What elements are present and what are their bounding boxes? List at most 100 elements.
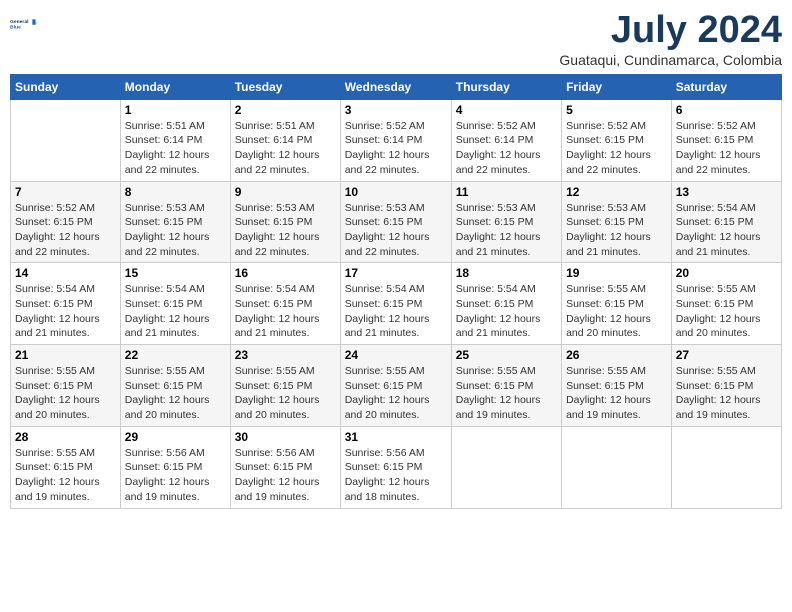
day-number: 25: [456, 348, 557, 362]
day-info: Sunrise: 5:52 AM Sunset: 6:14 PM Dayligh…: [345, 119, 447, 178]
day-number: 10: [345, 185, 447, 199]
day-info: Sunrise: 5:51 AM Sunset: 6:14 PM Dayligh…: [235, 119, 336, 178]
calendar-week-row: 7Sunrise: 5:52 AM Sunset: 6:15 PM Daylig…: [11, 181, 782, 263]
calendar-day-cell: 7Sunrise: 5:52 AM Sunset: 6:15 PM Daylig…: [11, 181, 121, 263]
calendar-day-cell: 28 Sunrise: 5:55 AM Sunset: 6:15 PM Dayli…: [11, 426, 121, 508]
calendar-day-cell: 10 Sunrise: 5:53 AM Sunset: 6:15 PM Dayli…: [340, 181, 451, 263]
calendar-day-cell: 2 Sunrise: 5:51 AM Sunset: 6:14 PM Daylig…: [230, 99, 340, 181]
header: GeneralBlue July 2024 Guataqui, Cundinam…: [10, 10, 782, 68]
day-number: 8: [125, 185, 226, 199]
calendar-header-wednesday: Wednesday: [340, 74, 451, 99]
calendar-day-cell: 20Sunrise: 5:55 AM Sunset: 6:15 PM Dayli…: [671, 263, 781, 345]
day-number: 13: [676, 185, 777, 199]
day-number: 14: [15, 266, 116, 280]
title-area: July 2024 Guataqui, Cundinamarca, Colomb…: [559, 10, 782, 68]
calendar-day-cell: 24 Sunrise: 5:55 AM Sunset: 6:15 PM Dayli…: [340, 345, 451, 427]
day-info: Sunrise: 5:53 AM Sunset: 6:15 PM Dayligh…: [235, 201, 336, 260]
day-info: Sunrise: 5:53 AM Sunset: 6:15 PM Dayligh…: [566, 201, 667, 260]
calendar-day-cell: 30 Sunrise: 5:56 AM Sunset: 6:15 PM Dayli…: [230, 426, 340, 508]
day-info: Sunrise: 5:55 AM Sunset: 6:15 PM Dayligh…: [125, 364, 226, 423]
day-number: 19: [566, 266, 667, 280]
calendar-day-cell: 4 Sunrise: 5:52 AM Sunset: 6:14 PM Daylig…: [451, 99, 561, 181]
calendar-day-cell: 27 Sunrise: 5:55 AM Sunset: 6:15 PM Dayli…: [671, 345, 781, 427]
calendar-header-tuesday: Tuesday: [230, 74, 340, 99]
day-info: Sunrise: 5:55 AM Sunset: 6:15 PM Dayligh…: [456, 364, 557, 423]
calendar-day-cell: 9 Sunrise: 5:53 AM Sunset: 6:15 PM Daylig…: [230, 181, 340, 263]
day-info: Sunrise: 5:52 AM Sunset: 6:14 PM Dayligh…: [456, 119, 557, 178]
day-info: Sunrise: 5:53 AM Sunset: 6:15 PM Dayligh…: [345, 201, 447, 260]
calendar-day-cell: 3 Sunrise: 5:52 AM Sunset: 6:14 PM Daylig…: [340, 99, 451, 181]
empty-cell: [562, 426, 672, 508]
day-info: Sunrise: 5:54 AM Sunset: 6:15 PM Dayligh…: [235, 282, 336, 341]
day-info: Sunrise: 5:56 AM Sunset: 6:15 PM Dayligh…: [345, 446, 447, 505]
day-number: 24: [345, 348, 447, 362]
day-info: Sunrise: 5:54 AM Sunset: 6:15 PM Dayligh…: [345, 282, 447, 341]
calendar-day-cell: 18 Sunrise: 5:54 AM Sunset: 6:15 PM Dayli…: [451, 263, 561, 345]
subtitle: Guataqui, Cundinamarca, Colombia: [559, 52, 782, 68]
calendar-day-cell: 21 Sunrise: 5:55 AM Sunset: 6:15 PM Dayli…: [11, 345, 121, 427]
calendar-day-cell: 19 Sunrise: 5:55 AM Sunset: 6:15 PM Dayli…: [562, 263, 672, 345]
calendar-header-sunday: Sunday: [11, 74, 121, 99]
calendar-day-cell: 23 Sunrise: 5:55 AM Sunset: 6:15 PM Dayli…: [230, 345, 340, 427]
calendar-week-row: 14 Sunrise: 5:54 AM Sunset: 6:15 PM Dayli…: [11, 263, 782, 345]
day-info: Sunrise: 5:54 AM Sunset: 6:15 PM Dayligh…: [676, 201, 777, 260]
day-info: Sunrise: 5:55 AM Sunset: 6:15 PM Dayligh…: [676, 282, 777, 341]
day-number: 26: [566, 348, 667, 362]
day-number: 12: [566, 185, 667, 199]
day-number: 9: [235, 185, 336, 199]
day-number: 5: [566, 103, 667, 117]
calendar-day-cell: 13 Sunrise: 5:54 AM Sunset: 6:15 PM Dayli…: [671, 181, 781, 263]
day-info: Sunrise: 5:54 AM Sunset: 6:15 PM Dayligh…: [456, 282, 557, 341]
day-number: 22: [125, 348, 226, 362]
day-info: Sunrise: 5:55 AM Sunset: 6:15 PM Dayligh…: [345, 364, 447, 423]
calendar-day-cell: 22 Sunrise: 5:55 AM Sunset: 6:15 PM Dayli…: [120, 345, 230, 427]
day-number: 7: [15, 185, 116, 199]
calendar-week-row: 21 Sunrise: 5:55 AM Sunset: 6:15 PM Dayli…: [11, 345, 782, 427]
day-info: Sunrise: 5:55 AM Sunset: 6:15 PM Dayligh…: [566, 282, 667, 341]
svg-text:General: General: [10, 19, 29, 25]
calendar-day-cell: 31 Sunrise: 5:56 AM Sunset: 6:15 PM Dayli…: [340, 426, 451, 508]
day-info: Sunrise: 5:54 AM Sunset: 6:15 PM Dayligh…: [125, 282, 226, 341]
calendar-day-cell: 16Sunrise: 5:54 AM Sunset: 6:15 PM Dayli…: [230, 263, 340, 345]
day-number: 11: [456, 185, 557, 199]
day-number: 17: [345, 266, 447, 280]
day-number: 21: [15, 348, 116, 362]
day-number: 15: [125, 266, 226, 280]
calendar-week-row: 1Sunrise: 5:51 AM Sunset: 6:14 PM Daylig…: [11, 99, 782, 181]
day-number: 4: [456, 103, 557, 117]
day-info: Sunrise: 5:55 AM Sunset: 6:15 PM Dayligh…: [676, 364, 777, 423]
calendar-day-cell: 15 Sunrise: 5:54 AM Sunset: 6:15 PM Dayli…: [120, 263, 230, 345]
day-info: Sunrise: 5:55 AM Sunset: 6:15 PM Dayligh…: [15, 446, 116, 505]
day-number: 2: [235, 103, 336, 117]
logo-icon: GeneralBlue: [10, 10, 38, 38]
day-info: Sunrise: 5:52 AM Sunset: 6:15 PM Dayligh…: [566, 119, 667, 178]
calendar-day-cell: 29 Sunrise: 5:56 AM Sunset: 6:15 PM Dayli…: [120, 426, 230, 508]
day-number: 18: [456, 266, 557, 280]
day-info: Sunrise: 5:54 AM Sunset: 6:15 PM Dayligh…: [15, 282, 116, 341]
day-info: Sunrise: 5:56 AM Sunset: 6:15 PM Dayligh…: [235, 446, 336, 505]
day-info: Sunrise: 5:56 AM Sunset: 6:15 PM Dayligh…: [125, 446, 226, 505]
day-number: 30: [235, 430, 336, 444]
day-info: Sunrise: 5:55 AM Sunset: 6:15 PM Dayligh…: [235, 364, 336, 423]
day-number: 29: [125, 430, 226, 444]
calendar-header-saturday: Saturday: [671, 74, 781, 99]
day-number: 3: [345, 103, 447, 117]
day-info: Sunrise: 5:55 AM Sunset: 6:15 PM Dayligh…: [15, 364, 116, 423]
day-info: Sunrise: 5:52 AM Sunset: 6:15 PM Dayligh…: [676, 119, 777, 178]
empty-cell: [671, 426, 781, 508]
calendar-header-friday: Friday: [562, 74, 672, 99]
day-info: Sunrise: 5:55 AM Sunset: 6:15 PM Dayligh…: [566, 364, 667, 423]
calendar-header-row: SundayMondayTuesdayWednesdayThursdayFrid…: [11, 74, 782, 99]
day-number: 23: [235, 348, 336, 362]
day-number: 27: [676, 348, 777, 362]
calendar-table: SundayMondayTuesdayWednesdayThursdayFrid…: [10, 74, 782, 509]
calendar-day-cell: 5 Sunrise: 5:52 AM Sunset: 6:15 PM Daylig…: [562, 99, 672, 181]
day-info: Sunrise: 5:53 AM Sunset: 6:15 PM Dayligh…: [456, 201, 557, 260]
calendar-day-cell: 8Sunrise: 5:53 AM Sunset: 6:15 PM Daylig…: [120, 181, 230, 263]
calendar-day-cell: 12 Sunrise: 5:53 AM Sunset: 6:15 PM Dayli…: [562, 181, 672, 263]
empty-cell: [451, 426, 561, 508]
day-info: Sunrise: 5:51 AM Sunset: 6:14 PM Dayligh…: [125, 119, 226, 178]
day-number: 28: [15, 430, 116, 444]
day-number: 31: [345, 430, 447, 444]
calendar-day-cell: 14 Sunrise: 5:54 AM Sunset: 6:15 PM Dayli…: [11, 263, 121, 345]
